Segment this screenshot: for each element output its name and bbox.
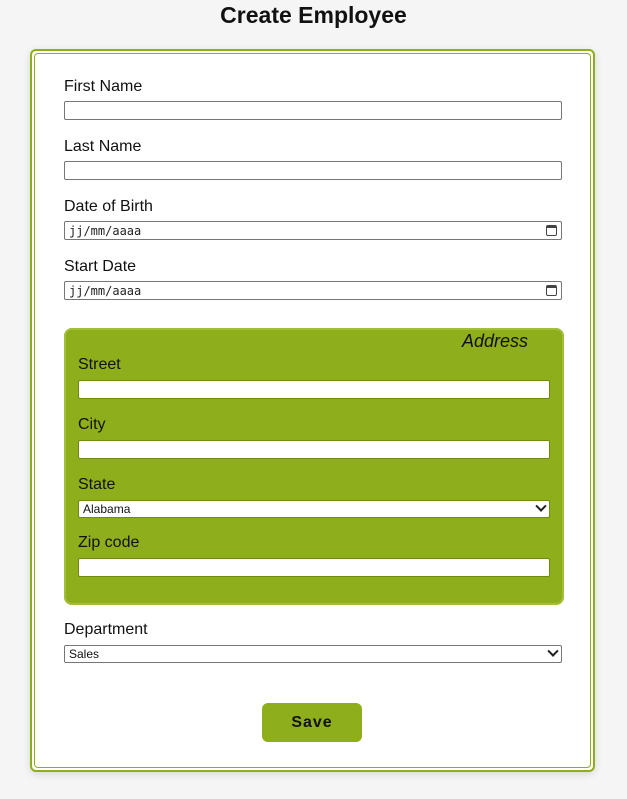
save-button[interactable]: Save bbox=[262, 703, 362, 742]
department-select[interactable]: Sales bbox=[64, 645, 562, 663]
employee-form-card: First Name Last Name Date of Birth jj/mm… bbox=[30, 49, 595, 772]
street-input[interactable] bbox=[78, 380, 550, 399]
state-select[interactable]: Alabama bbox=[78, 500, 550, 518]
start-date-placeholder: jj/mm/aaaa bbox=[69, 283, 142, 298]
street-label: Street bbox=[78, 356, 121, 373]
date-of-birth-label: Date of Birth bbox=[64, 198, 153, 215]
calendar-icon[interactable] bbox=[546, 285, 557, 296]
date-of-birth-placeholder: jj/mm/aaaa bbox=[69, 223, 142, 238]
address-legend: Address bbox=[461, 331, 528, 351]
state-label: State bbox=[78, 476, 116, 493]
calendar-icon[interactable] bbox=[546, 225, 557, 236]
department-selected-value: Sales bbox=[69, 647, 100, 661]
chevron-down-icon bbox=[535, 500, 547, 512]
department-label: Department bbox=[64, 621, 148, 638]
last-name-label: Last Name bbox=[64, 138, 142, 155]
city-input[interactable] bbox=[78, 440, 550, 459]
start-date-label: Start Date bbox=[64, 258, 137, 275]
chevron-down-icon bbox=[547, 645, 559, 657]
state-selected-value: Alabama bbox=[83, 502, 131, 516]
city-label: City bbox=[78, 416, 106, 433]
first-name-input[interactable] bbox=[64, 101, 562, 120]
address-fieldset: Address Street City State Alabama Zip co… bbox=[64, 328, 564, 605]
page-title: Create Employee bbox=[220, 2, 407, 28]
date-of-birth-input[interactable]: jj/mm/aaaa bbox=[64, 221, 562, 240]
first-name-label: First Name bbox=[64, 78, 143, 95]
zip-code-input[interactable] bbox=[78, 558, 550, 577]
zip-code-label: Zip code bbox=[78, 534, 140, 551]
last-name-input[interactable] bbox=[64, 161, 562, 180]
start-date-input[interactable]: jj/mm/aaaa bbox=[64, 281, 562, 300]
